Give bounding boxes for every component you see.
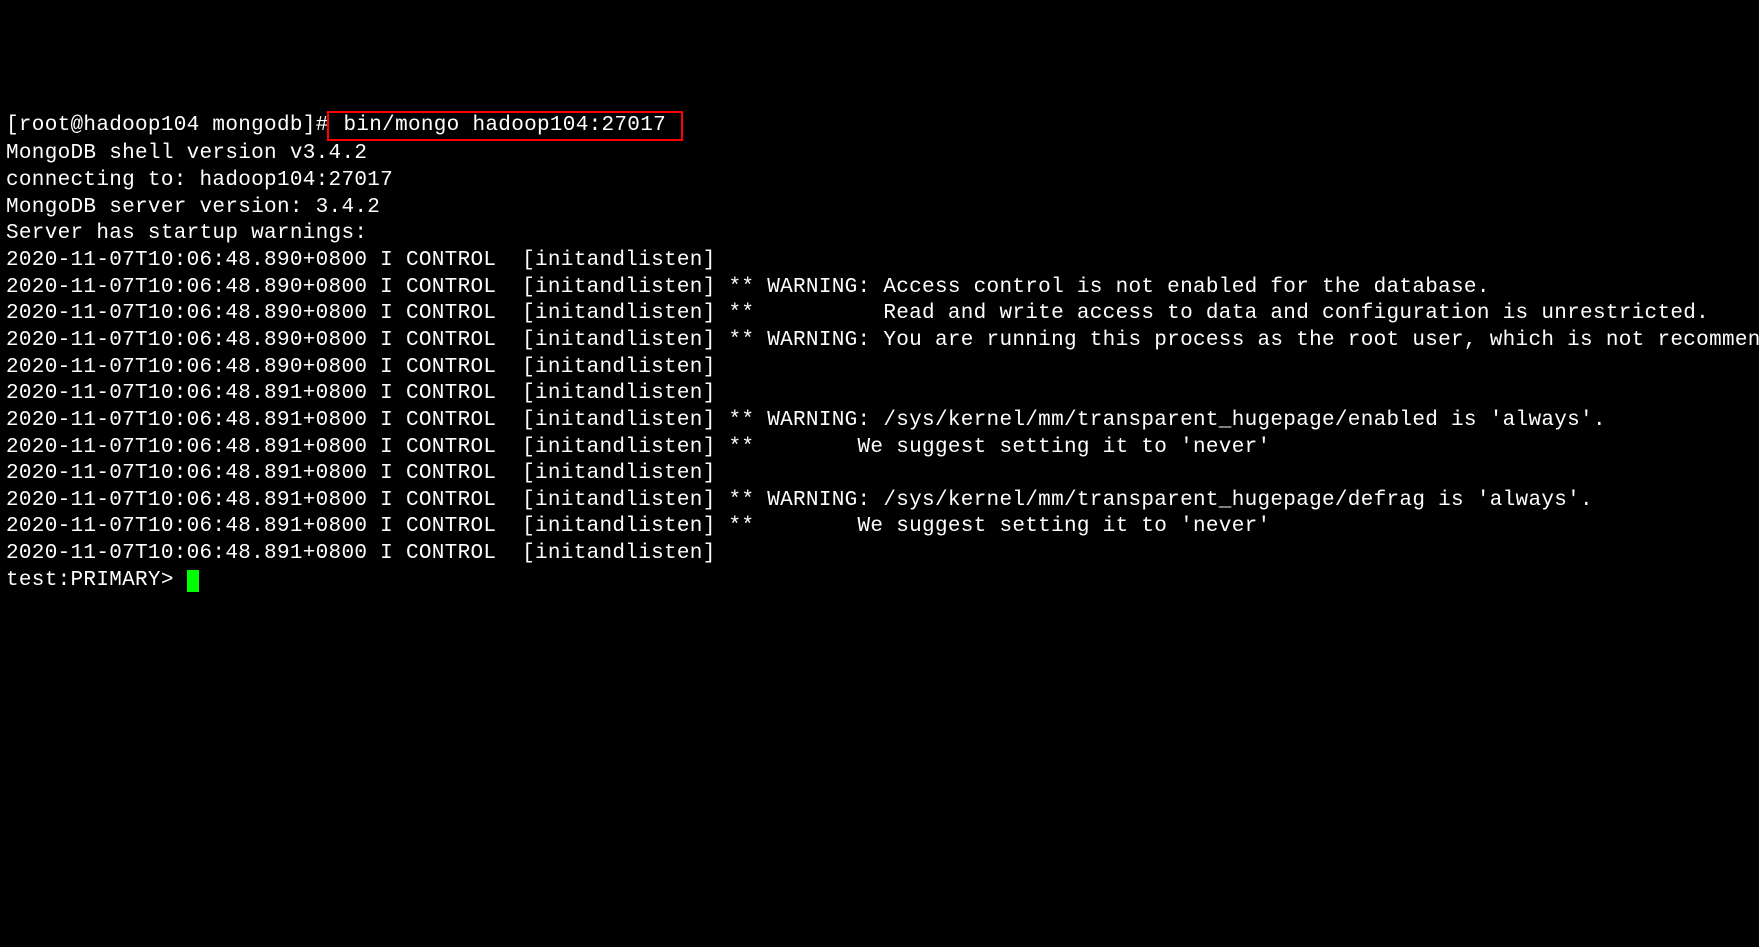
output-line: MongoDB shell version v3.4.2 (6, 141, 1759, 168)
output-line: Server has startup warnings: (6, 221, 1759, 248)
command-line: [root@hadoop104 mongodb]# bin/mongo hado… (6, 111, 1759, 142)
output-line: 2020-11-07T10:06:48.890+0800 I CONTROL [… (6, 328, 1759, 355)
shell-prompt-root: [root@hadoop104 mongodb]# (6, 114, 329, 137)
output-line: 2020-11-07T10:06:48.891+0800 I CONTROL [… (6, 461, 1759, 488)
output-line: 2020-11-07T10:06:48.890+0800 I CONTROL [… (6, 355, 1759, 382)
output-line: 2020-11-07T10:06:48.891+0800 I CONTROL [… (6, 435, 1759, 462)
output-line: 2020-11-07T10:06:48.890+0800 I CONTROL [… (6, 301, 1759, 328)
output-line: 2020-11-07T10:06:48.890+0800 I CONTROL [… (6, 275, 1759, 302)
output-line: 2020-11-07T10:06:48.891+0800 I CONTROL [… (6, 381, 1759, 408)
mongo-shell-prompt: test:PRIMARY> (6, 569, 187, 592)
output-line: MongoDB server version: 3.4.2 (6, 195, 1759, 222)
highlighted-command: bin/mongo hadoop104:27017 (327, 111, 683, 142)
terminal-window[interactable]: [root@hadoop104 mongodb]# bin/mongo hado… (6, 111, 1759, 810)
output-line: 2020-11-07T10:06:48.891+0800 I CONTROL [… (6, 408, 1759, 435)
output-line: 2020-11-07T10:06:48.891+0800 I CONTROL [… (6, 541, 1759, 568)
output-line: 2020-11-07T10:06:48.891+0800 I CONTROL [… (6, 514, 1759, 541)
output-line: connecting to: hadoop104:27017 (6, 168, 1759, 195)
output-line: 2020-11-07T10:06:48.891+0800 I CONTROL [… (6, 488, 1759, 515)
cursor-icon[interactable] (187, 570, 199, 592)
output-line: 2020-11-07T10:06:48.890+0800 I CONTROL [… (6, 248, 1759, 275)
mongo-shell-prompt-line: test:PRIMARY> (6, 568, 1759, 595)
